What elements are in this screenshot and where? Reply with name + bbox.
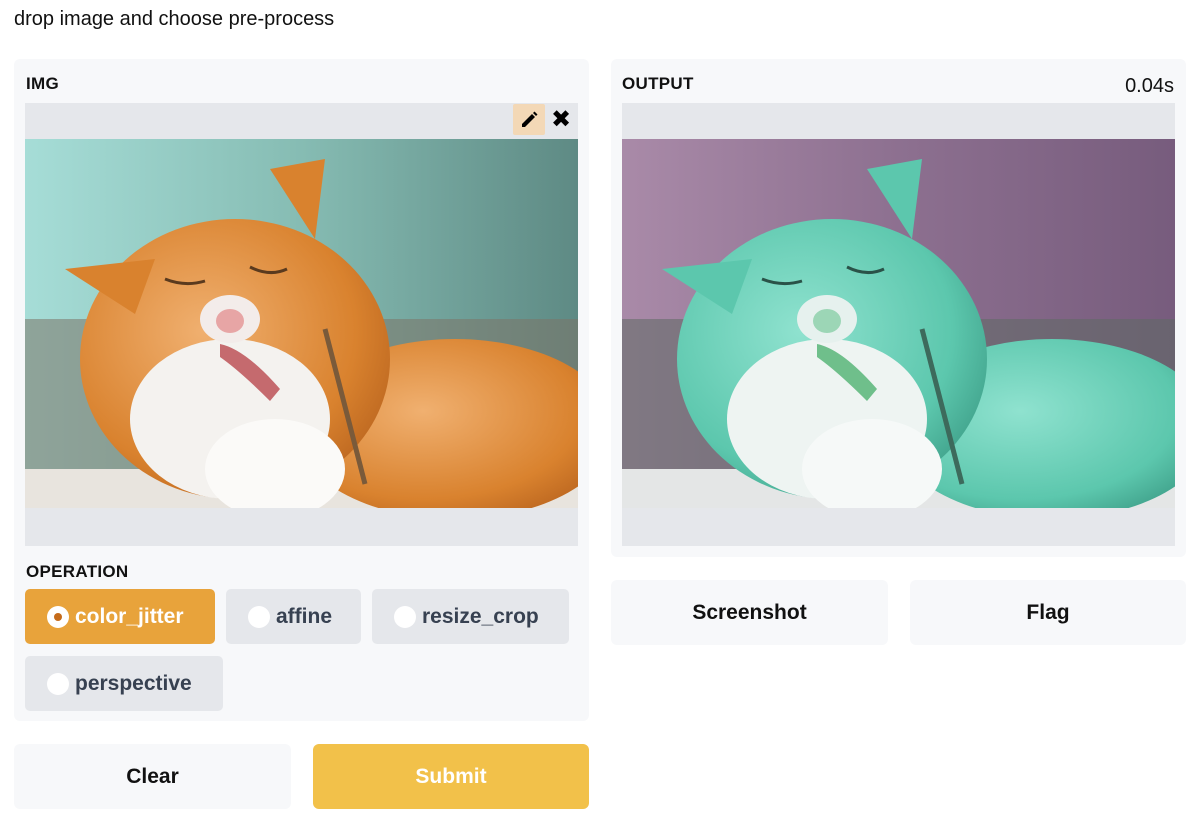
timer-text: 0.04s bbox=[1125, 75, 1174, 97]
output-label: OUTPUT bbox=[622, 74, 694, 93]
radio-dot bbox=[248, 605, 270, 628]
radio-dot bbox=[394, 605, 416, 628]
close-icon[interactable]: ✖ bbox=[546, 104, 576, 135]
flag-button[interactable]: Flag bbox=[910, 580, 1186, 645]
radio-affine[interactable]: affine bbox=[226, 589, 361, 644]
image-input[interactable]: ✖ bbox=[25, 103, 578, 546]
radio-perspective[interactable]: perspective bbox=[25, 656, 223, 711]
pencil-icon[interactable] bbox=[513, 104, 545, 135]
screenshot-button[interactable]: Screenshot bbox=[611, 580, 888, 645]
image-output bbox=[622, 103, 1175, 546]
radio-dot bbox=[47, 672, 69, 695]
output-cat-photo bbox=[622, 139, 1175, 508]
output-panel: OUTPUT 0.04s bbox=[611, 59, 1186, 557]
operation-label: OPERATION bbox=[26, 562, 129, 581]
radio-label: color_jitter bbox=[75, 604, 184, 628]
input-cat-photo bbox=[25, 139, 578, 508]
radio-dot bbox=[47, 605, 69, 628]
submit-button[interactable]: Submit bbox=[313, 744, 589, 809]
radio-label: resize_crop bbox=[422, 604, 539, 628]
radio-resize-crop[interactable]: resize_crop bbox=[372, 589, 569, 644]
app-description: drop image and choose pre-process bbox=[14, 8, 335, 30]
input-panel: IMG ✖ OPERATION color_jitter affine resi… bbox=[14, 59, 589, 721]
radio-label: affine bbox=[276, 604, 333, 628]
radio-color-jitter[interactable]: color_jitter bbox=[25, 589, 215, 644]
radio-label: perspective bbox=[75, 671, 192, 695]
clear-button[interactable]: Clear bbox=[14, 744, 291, 809]
img-label: IMG bbox=[26, 74, 60, 93]
